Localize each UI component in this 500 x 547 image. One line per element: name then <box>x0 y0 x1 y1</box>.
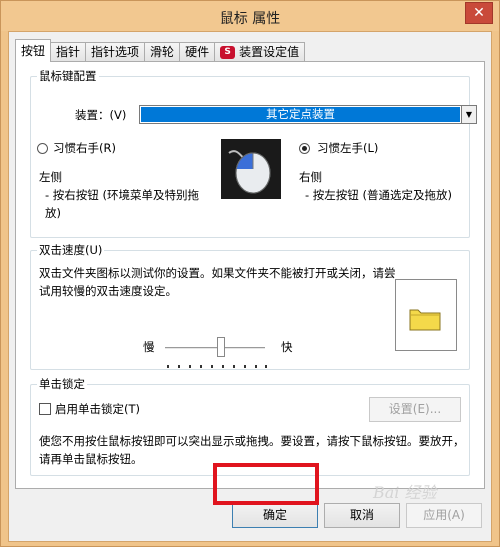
mouse-icon <box>221 139 281 199</box>
tab-hardware[interactable]: 硬件 <box>180 42 216 61</box>
close-button[interactable]: ✕ <box>465 2 493 24</box>
slow-label: 慢 <box>143 340 155 354</box>
left-side-description: - 按右按钮 (环境菜单及特别拖 <box>45 188 199 202</box>
fast-label: 快 <box>281 340 293 354</box>
mouse-properties-window: 鼠标 属性 ✕ 按钮 指针 指针选项 滑轮 硬件 S 装置设定值 鼠标键配置 装… <box>0 0 500 547</box>
tab-pointer-options[interactable]: 指针选项 <box>86 42 146 61</box>
right-side-description: - 按左按钮 (普通选定及拖放) <box>305 188 452 202</box>
close-icon: ✕ <box>473 5 485 21</box>
title-bar[interactable]: 鼠标 属性 ✕ <box>1 1 499 31</box>
tab-label: 指针选项 <box>91 45 140 59</box>
synaptics-icon: S <box>220 45 236 59</box>
double-click-speed-slider[interactable] <box>165 347 265 350</box>
cancel-button[interactable]: 取消 <box>324 503 400 528</box>
tab-panel-buttons: 鼠标键配置 装置：(V) 其它定点装置 ▼ 习惯右手(R) 习惯左手(L) 左侧… <box>15 61 485 489</box>
button-config-group: 鼠标键配置 装置：(V) 其它定点装置 ▼ 习惯右手(R) 习惯左手(L) 左侧… <box>30 69 477 238</box>
tab-buttons[interactable]: 按钮 <box>15 39 52 62</box>
tab-label: 按钮 <box>21 44 46 58</box>
left-side-title: 左侧 <box>39 170 62 184</box>
slider-tick <box>189 365 191 368</box>
tab-label: 滑轮 <box>150 45 175 59</box>
group-label: 单击锁定 <box>37 377 87 391</box>
left-hand-radio[interactable] <box>299 143 310 154</box>
double-click-group: 双击速度(U) 双击文件夹图标以测试你的设置。如果文件夹不能被打开或关闭，请尝 … <box>30 243 470 370</box>
device-select[interactable]: 其它定点装置 ▼ <box>139 105 477 124</box>
right-side-title: 右侧 <box>299 170 322 184</box>
slider-tick <box>178 365 180 368</box>
slider-tick <box>167 365 169 368</box>
slider-tick <box>233 365 235 368</box>
right-hand-label[interactable]: 习惯右手(R) <box>53 140 116 156</box>
slider-thumb[interactable] <box>217 337 225 357</box>
click-lock-description-cont: 请再单击鼠标按钮。 <box>39 452 143 466</box>
tab-label: 硬件 <box>185 45 210 59</box>
test-folder-area[interactable] <box>395 279 457 351</box>
tab-label: 指针 <box>56 45 81 59</box>
tab-device-settings[interactable]: S 装置设定值 <box>215 42 306 61</box>
device-select-value: 其它定点装置 <box>141 107 460 122</box>
slider-tick <box>265 365 267 368</box>
group-label: 鼠标键配置 <box>37 69 99 83</box>
ok-button[interactable]: 确定 <box>232 503 318 528</box>
click-lock-description: 使您不用按住鼠标按钮即可以突出显示或拖拽。要设置，请按下鼠标按钮。要放开， <box>39 434 465 448</box>
slider-tick <box>222 365 224 368</box>
tab-label: 装置设定值 <box>239 45 300 59</box>
group-label: 双击速度(U) <box>37 243 105 257</box>
tab-pointers[interactable]: 指针 <box>51 42 87 61</box>
window-title: 鼠标 属性 <box>219 11 281 27</box>
click-lock-label[interactable]: 启用单击锁定(T) <box>55 401 140 417</box>
slider-tick <box>211 365 213 368</box>
slider-tick <box>200 365 202 368</box>
left-hand-label[interactable]: 习惯左手(L) <box>317 140 378 156</box>
left-side-description-cont: 放) <box>45 206 61 220</box>
settings-button[interactable]: 设置(E)... <box>369 397 461 422</box>
tab-wheel[interactable]: 滑轮 <box>145 42 181 61</box>
apply-button[interactable]: 应用(A) <box>406 503 482 528</box>
tab-strip: 按钮 指针 指针选项 滑轮 硬件 S 装置设定值 <box>15 39 306 62</box>
double-click-description-cont: 试用较慢的双击速度设定。 <box>39 284 177 298</box>
double-click-description: 双击文件夹图标以测试你的设置。如果文件夹不能被打开或关闭，请尝 <box>39 266 396 280</box>
slider-tick <box>255 365 257 368</box>
chevron-down-icon[interactable]: ▼ <box>461 106 476 123</box>
slider-tick <box>244 365 246 368</box>
device-label: 装置：(V) <box>75 108 127 122</box>
click-lock-checkbox[interactable] <box>39 403 51 415</box>
ok-button-highlight <box>213 463 319 505</box>
folder-icon[interactable] <box>396 280 456 350</box>
right-hand-radio[interactable] <box>37 143 48 154</box>
